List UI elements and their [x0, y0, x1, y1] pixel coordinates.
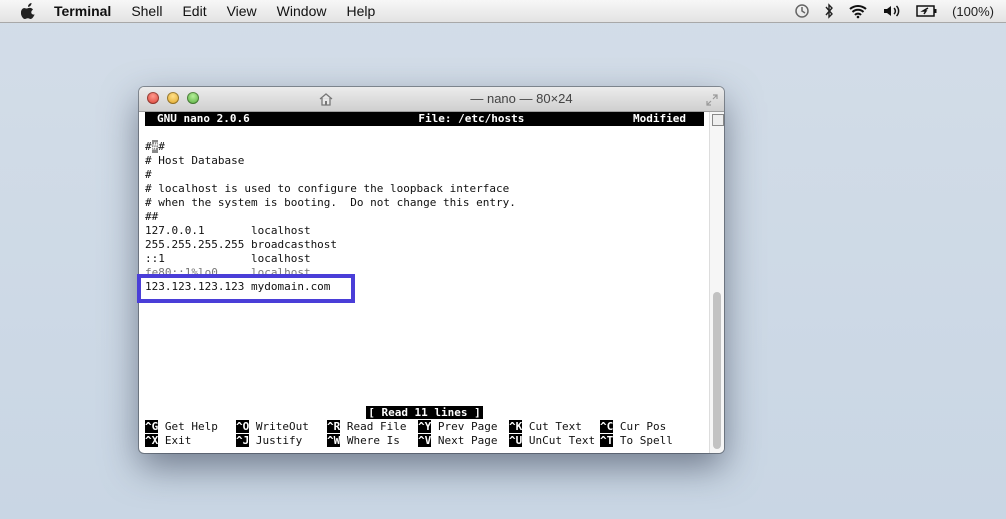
- menu-view[interactable]: View: [227, 3, 257, 19]
- file-line-cursor: ###: [145, 140, 165, 153]
- nano-header: GNU nano 2.0.6 File: /etc/hosts Modified: [145, 112, 704, 126]
- shortcut-cut-text[interactable]: ^K Cut Text: [509, 420, 600, 434]
- shortcut-writeout[interactable]: ^O WriteOut: [236, 420, 327, 434]
- battery-percent: (100%): [952, 3, 994, 19]
- menu-shell[interactable]: Shell: [131, 3, 162, 19]
- menu-window[interactable]: Window: [277, 3, 327, 19]
- window-title: — nano — 80×24: [470, 91, 573, 106]
- shortcut-prev-page[interactable]: ^Y Prev Page: [418, 420, 509, 434]
- file-line: ::1 localhost: [145, 252, 311, 265]
- highlight-box: [137, 274, 355, 303]
- shortcut-justify[interactable]: ^J Justify: [236, 434, 327, 448]
- status-line: [ Read 11 lines ]: [139, 406, 710, 420]
- nano-filename: File: /etc/hosts: [418, 112, 525, 125]
- bluetooth-icon[interactable]: [824, 3, 834, 19]
- terminal-window: — nano — 80×24 GNU nano 2.0.6 File: /etc…: [139, 87, 724, 453]
- scrollbar[interactable]: [709, 112, 724, 453]
- fullscreen-icon[interactable]: [706, 93, 718, 106]
- shortcut-next-page[interactable]: ^V Next Page: [418, 434, 509, 448]
- shortcut-read-file[interactable]: ^R Read File: [327, 420, 418, 434]
- menu-edit[interactable]: Edit: [182, 3, 206, 19]
- title-bar[interactable]: — nano — 80×24: [139, 87, 724, 112]
- file-line: ##: [145, 210, 159, 223]
- split-pane-icon[interactable]: [712, 114, 724, 126]
- shortcut-exit[interactable]: ^X Exit: [145, 434, 236, 448]
- time-machine-icon[interactable]: [794, 3, 810, 19]
- menu-app-terminal[interactable]: Terminal: [54, 3, 111, 19]
- menu-help[interactable]: Help: [346, 3, 375, 19]
- file-line: # localhost is used to configure the loo…: [145, 182, 510, 195]
- wifi-icon[interactable]: [848, 3, 868, 19]
- file-line: [139, 126, 710, 140]
- shortcut-uncut-text[interactable]: ^U UnCut Text: [509, 434, 600, 448]
- battery-icon[interactable]: [916, 4, 938, 18]
- shortcut-where-is[interactable]: ^W Where Is: [327, 434, 418, 448]
- nano-version: GNU nano 2.0.6: [157, 112, 250, 125]
- status-message: [ Read 11 lines ]: [366, 406, 483, 419]
- shortcut-row-2: ^X Exit ^J Justify ^W Where Is ^V Next Page…: [145, 434, 673, 448]
- shortcut-row-1: ^G Get Help ^O WriteOut ^R Read File ^Y Pre…: [145, 420, 666, 434]
- volume-icon[interactable]: [882, 3, 902, 19]
- shortcut-get-help[interactable]: ^G Get Help: [145, 420, 236, 434]
- shortcut-cur-pos[interactable]: ^C Cur Pos: [600, 420, 666, 434]
- file-line: 255.255.255.255 broadcasthost: [145, 238, 338, 251]
- shortcut-to-spell[interactable]: ^T To Spell: [600, 434, 673, 448]
- apple-icon[interactable]: [20, 3, 36, 19]
- nano-modified-status: Modified: [633, 112, 686, 125]
- file-line: 127.0.0.1 localhost: [145, 224, 311, 237]
- menu-bar: Terminal Shell Edit View Window Help (10…: [0, 0, 1006, 23]
- file-line: # when the system is booting. Do not cha…: [145, 196, 516, 209]
- status-area: (100%): [780, 0, 994, 22]
- file-line: # Host Database: [145, 154, 245, 167]
- file-line: #: [145, 168, 152, 181]
- scrollbar-thumb[interactable]: [713, 292, 721, 449]
